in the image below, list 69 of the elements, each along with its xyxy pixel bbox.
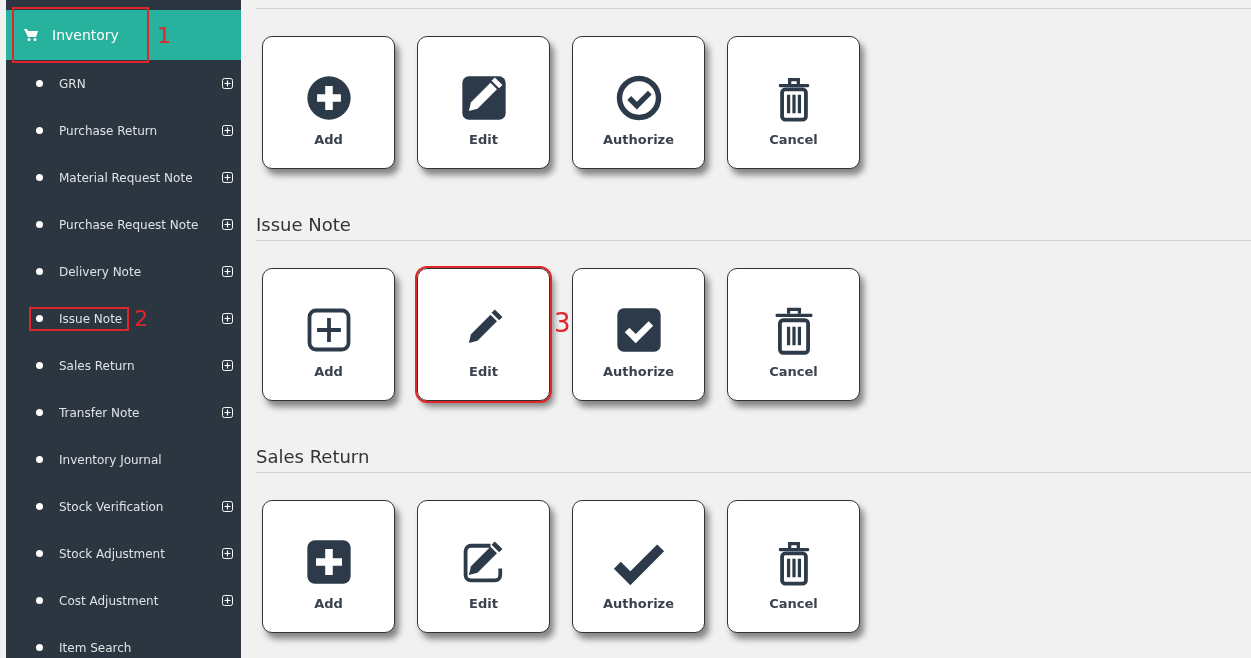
sidebar-item[interactable]: Transfer Note xyxy=(6,389,241,436)
action-button[interactable]: Authorize xyxy=(572,268,705,401)
sidebar-item[interactable]: Purchase Request Note xyxy=(6,201,241,248)
item-label: Material Request Note xyxy=(59,170,193,185)
expand-icon[interactable] xyxy=(222,78,233,89)
cart-icon xyxy=(24,29,38,41)
action-button[interactable]: Add xyxy=(262,500,395,633)
sidebar-item[interactable]: Sales Return xyxy=(6,342,241,389)
item-label: GRN xyxy=(59,76,86,91)
bullet-icon xyxy=(36,456,43,463)
action-button[interactable]: Edit xyxy=(417,36,550,169)
expand-icon[interactable] xyxy=(222,313,233,324)
expand-icon[interactable] xyxy=(222,501,233,512)
expand-icon[interactable] xyxy=(222,219,233,230)
item-label: Cost Adjustment xyxy=(59,593,159,608)
bullet-icon xyxy=(36,597,43,604)
expand-icon[interactable] xyxy=(222,172,233,183)
expand-icon[interactable] xyxy=(222,266,233,277)
action-button[interactable]: Add xyxy=(262,36,395,169)
sidebar-item[interactable]: Stock Adjustment xyxy=(6,530,241,577)
annotation-number: 1 xyxy=(156,22,171,48)
action-button[interactable]: Edit xyxy=(417,268,550,401)
bullet-icon xyxy=(36,80,43,87)
expand-icon[interactable] xyxy=(222,407,233,418)
item-label: Inventory Journal xyxy=(59,452,162,467)
action-button[interactable]: Cancel xyxy=(727,36,860,169)
action-button[interactable]: Authorize xyxy=(572,36,705,169)
expand-icon[interactable] xyxy=(222,125,233,136)
bullet-icon xyxy=(36,268,43,275)
menu-title: Inventory xyxy=(52,27,119,43)
expand-icon[interactable] xyxy=(222,360,233,371)
expand-icon[interactable] xyxy=(222,595,233,606)
annotation-number: 3 xyxy=(554,308,571,338)
item-label: Transfer Note xyxy=(59,405,140,420)
bullet-icon xyxy=(36,174,43,181)
sidebar-item[interactable]: Delivery Note xyxy=(6,248,241,295)
bullet-icon xyxy=(36,503,43,510)
sidebar-item[interactable]: Cost Adjustment xyxy=(6,577,241,624)
item-label: Stock Adjustment xyxy=(59,546,165,561)
expand-icon[interactable] xyxy=(222,548,233,559)
bullet-icon xyxy=(36,550,43,557)
sidebar-item[interactable]: Purchase Return xyxy=(6,107,241,154)
action-button[interactable]: Edit xyxy=(417,500,550,633)
sidebar-item[interactable]: GRN xyxy=(6,60,241,107)
sidebar-item[interactable]: Stock Verification xyxy=(6,483,241,530)
bullet-icon xyxy=(36,362,43,369)
item-label: Issue Note xyxy=(59,311,123,326)
item-label: Stock Verification xyxy=(59,499,164,514)
action-button[interactable]: Add xyxy=(262,268,395,401)
sidebar-item[interactable]: Item Search xyxy=(6,624,241,658)
bullet-icon xyxy=(36,221,43,228)
item-label: Purchase Request Note xyxy=(59,217,199,232)
item-label: Delivery Note xyxy=(59,264,142,279)
item-label: Sales Return xyxy=(59,358,135,373)
section-heading: Issue Note xyxy=(256,214,1251,241)
bullet-icon xyxy=(36,315,43,322)
section-heading: Sales Return xyxy=(256,446,1251,473)
item-label: Purchase Return xyxy=(59,123,158,138)
sidebar-item[interactable]: Issue Note 2 xyxy=(6,295,241,342)
action-button[interactable]: Authorize xyxy=(572,500,705,633)
bullet-icon xyxy=(36,644,43,651)
bullet-icon xyxy=(36,127,43,134)
item-label: Item Search xyxy=(59,640,132,655)
sidebar-item[interactable]: Material Request Note xyxy=(6,154,241,201)
action-button[interactable]: Cancel xyxy=(727,500,860,633)
annotation-number: 2 xyxy=(134,306,149,331)
bullet-icon xyxy=(36,409,43,416)
sidebar-item[interactable]: Inventory Journal xyxy=(6,436,241,483)
action-button[interactable]: Cancel xyxy=(727,268,860,401)
